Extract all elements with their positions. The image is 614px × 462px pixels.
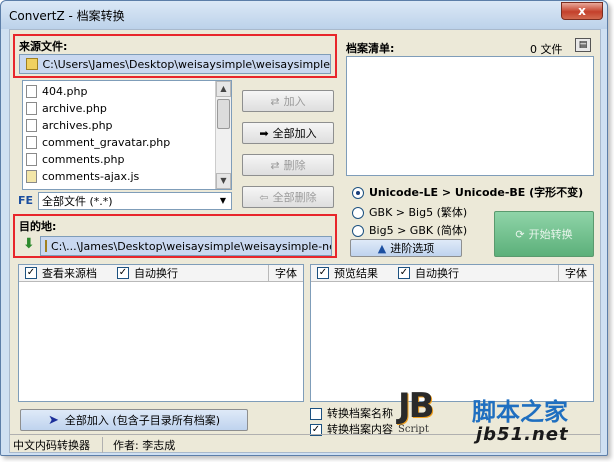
go-down-icon[interactable]: ⬇ [23, 236, 35, 252]
file-filter-value: 全部文件 (*.*) [42, 195, 113, 208]
preview-checkbox[interactable]: ✓ [317, 267, 329, 279]
convert-names-checkbox [310, 408, 322, 420]
title-bar: ConvertZ - 档案转换 x [1, 1, 607, 29]
convert-names-option[interactable]: 转换档案名称 [310, 405, 393, 421]
file-icon [26, 85, 37, 98]
scroll-up-icon[interactable]: ▲ [216, 81, 231, 97]
arrow-left-icon: ⇦ [259, 190, 269, 204]
source-path-field[interactable]: C:\Users\James\Desktop\weisaysimple\weis… [19, 54, 331, 74]
preview-label: 预览结果 [334, 267, 378, 280]
file-list-box[interactable] [346, 56, 594, 176]
preview-auto-wrap-checkbox[interactable]: ✓ [398, 267, 410, 279]
preview-font-button[interactable]: 字体 [558, 265, 593, 281]
file-icon [26, 102, 37, 115]
source-auto-wrap-checkbox[interactable]: ✓ [117, 267, 129, 279]
destination-path-field[interactable]: C:\...\James\Desktop\weisaysimple\weisay… [40, 236, 332, 256]
list-item[interactable]: comments-ajax.js [23, 168, 215, 185]
client-area: 来源文件: C:\Users\James\Desktop\weisaysimpl… [9, 29, 601, 453]
app-window: ConvertZ - 档案转换 x 来源文件: C:\Users\James\D… [0, 0, 608, 456]
script-file-icon [26, 170, 37, 183]
source-panel-header: ✓ 查看来源档 ✓ 自动换行 字体 [19, 265, 303, 282]
list-item[interactable]: comments.php [23, 151, 215, 168]
option-big5-gbk[interactable]: Big5 > GBK (简体) [352, 222, 467, 238]
remove-button[interactable]: ⇄ 删除 [242, 154, 334, 176]
add-all-button[interactable]: ➡ 全部加入 [242, 122, 334, 144]
arrow-up-icon: ▲ [377, 241, 387, 255]
file-list-scrollbar[interactable]: ▲ ▼ [215, 81, 231, 189]
watermark-site-cn: 脚本之家 [472, 398, 568, 426]
window-title: ConvertZ - 档案转换 [9, 9, 125, 23]
advanced-options-button[interactable]: ▲ 进阶选项 [350, 239, 462, 257]
chevron-down-icon: ▼ [219, 196, 227, 205]
folder-tree-icon [26, 58, 39, 70]
remove-all-button[interactable]: ⇦ 全部删除 [242, 186, 334, 208]
option-unicode[interactable]: Unicode-LE > Unicode-BE (字形不变) [352, 184, 583, 200]
preview-panel-header: ✓ 预览结果 ✓ 自动换行 字体 [311, 265, 593, 282]
convert-icon: ⟳ [515, 227, 525, 241]
clear-list-icon[interactable]: ▤ [575, 38, 591, 52]
file-icon [26, 136, 37, 149]
radio-icon [352, 207, 364, 219]
list-item[interactable]: 404.php [23, 83, 215, 100]
destination-path-text: C:\...\James\Desktop\weisaysimple\weisay… [51, 239, 332, 253]
close-button[interactable]: x [561, 2, 603, 20]
folder-tree-icon [45, 240, 47, 252]
source-path-text: C:\Users\James\Desktop\weisaysimple\weis… [42, 57, 330, 71]
scroll-thumb[interactable] [217, 99, 230, 129]
arrow-right-icon: ➡ [259, 126, 269, 140]
add-button[interactable]: ⇄ 加入 [242, 90, 334, 112]
radio-icon [352, 225, 364, 237]
file-count: 0 文件 [530, 43, 563, 56]
status-author: 作者: 李志成 [113, 438, 176, 452]
view-source-label: 查看来源档 [42, 267, 97, 280]
destination-label: 目的地: [19, 220, 57, 233]
watermark-jb-letters: JB [398, 386, 435, 426]
source-file-list[interactable]: 404.php archive.php archives.php comment… [22, 80, 232, 190]
arrow-right-icon: ➤ [48, 412, 59, 428]
result-preview-panel: ✓ 预览结果 ✓ 自动换行 字体 [310, 264, 594, 402]
add-icon: ⇄ [270, 94, 280, 108]
filter-badge: FE [18, 194, 34, 207]
preview-auto-wrap-label: 自动换行 [415, 267, 459, 280]
list-item[interactable]: archives.php [23, 117, 215, 134]
start-convert-button[interactable]: ⟳ 开始转换 [494, 211, 594, 257]
option-gbk-big5[interactable]: GBK > Big5 (繁体) [352, 204, 467, 220]
source-auto-wrap-label: 自动换行 [134, 267, 178, 280]
source-label: 来源文件: [19, 40, 68, 53]
watermark-jb-logo: JB Script [398, 386, 460, 446]
scroll-down-icon[interactable]: ▼ [216, 173, 231, 189]
status-app-name: 中文内码转换器 [10, 436, 103, 453]
add-all-with-subdirs-button[interactable]: ➤ 全部加入 (包含子目录所有档案) [20, 409, 248, 431]
remove-icon: ⇄ [270, 158, 280, 172]
radio-icon [352, 187, 364, 199]
watermark-site-url: jb51.net [476, 424, 569, 445]
list-item[interactable]: comment_gravatar.php [23, 134, 215, 151]
source-preview-panel: ✓ 查看来源档 ✓ 自动换行 字体 [18, 264, 304, 402]
file-filter-dropdown[interactable]: 全部文件 (*.*) ▼ [38, 192, 232, 210]
view-source-checkbox[interactable]: ✓ [25, 267, 37, 279]
list-item[interactable]: archive.php [23, 100, 215, 117]
file-icon [26, 153, 37, 166]
file-icon [26, 119, 37, 132]
file-list-label: 档案清单: [346, 42, 395, 55]
source-font-button[interactable]: 字体 [268, 265, 303, 281]
